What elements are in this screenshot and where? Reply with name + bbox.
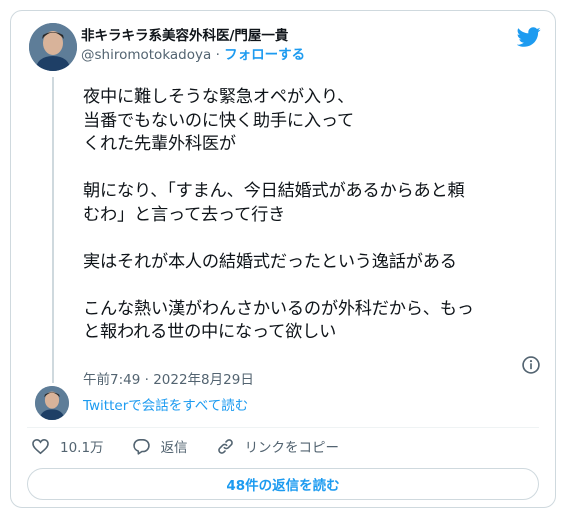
author-block: 非キラキラ系美容外科医/門屋一貴 @shiromotokadoya · フォロー… [81, 27, 305, 65]
copy-link-button[interactable]: リンクをコピー [216, 436, 340, 456]
separator-dot: · [215, 47, 220, 63]
author-avatar[interactable] [29, 23, 77, 71]
thread-line [52, 77, 54, 383]
read-replies-button[interactable]: 48件の返信を読む [27, 468, 539, 500]
tweet-text: 夜中に難しそうな緊急オペが入り、 当番でもないのに快く助手に入って くれた先輩外… [83, 86, 543, 345]
twitter-bird-icon[interactable] [517, 25, 541, 49]
author-handle-row: @shiromotokadoya · フォローする [81, 45, 305, 65]
divider [27, 427, 539, 428]
info-icon[interactable] [521, 355, 541, 375]
tweet-paragraph: こんな熱い漢がわんさかいるのが外科だから、もっ と報われる世の中になって欲しい [83, 298, 474, 343]
follow-button[interactable]: フォローする [224, 47, 305, 63]
tweet-paragraph: 実はそれが本人の結婚式だったという逸話がある [83, 251, 457, 272]
like-button[interactable]: 10.1万 [31, 436, 104, 456]
tweet-timestamp[interactable]: 午前7:49 · 2022年8月29日 [83, 368, 254, 388]
link-icon [217, 438, 233, 454]
like-count: 10.1万 [60, 440, 104, 456]
small-author-avatar[interactable] [35, 386, 69, 420]
tweet-paragraph: 夜中に難しそうな緊急オペが入り、 当番でもないのに快く助手に入って くれた先輩外… [83, 87, 355, 154]
embedded-tweet-card: 非キラキラ系美容外科医/門屋一貴 @shiromotokadoya · フォロー… [10, 10, 556, 508]
copy-link-label: リンクをコピー [244, 440, 340, 456]
heart-icon [32, 438, 49, 454]
reply-icon [132, 438, 150, 455]
tweet-paragraph: 朝になり、「すまん、今日結婚式があるからあと頼 むわ」と言って去って行き [83, 181, 465, 225]
reply-button[interactable]: 返信 [132, 436, 188, 456]
read-conversation-link[interactable]: Twitterで会話をすべて読む [83, 394, 248, 414]
author-handle[interactable]: @shiromotokadoya [81, 47, 211, 63]
action-bar: 10.1万 返信 リンクをコピー [31, 436, 367, 456]
reply-label: 返信 [160, 440, 188, 456]
author-display-name[interactable]: 非キラキラ系美容外科医/門屋一貴 [81, 27, 305, 45]
